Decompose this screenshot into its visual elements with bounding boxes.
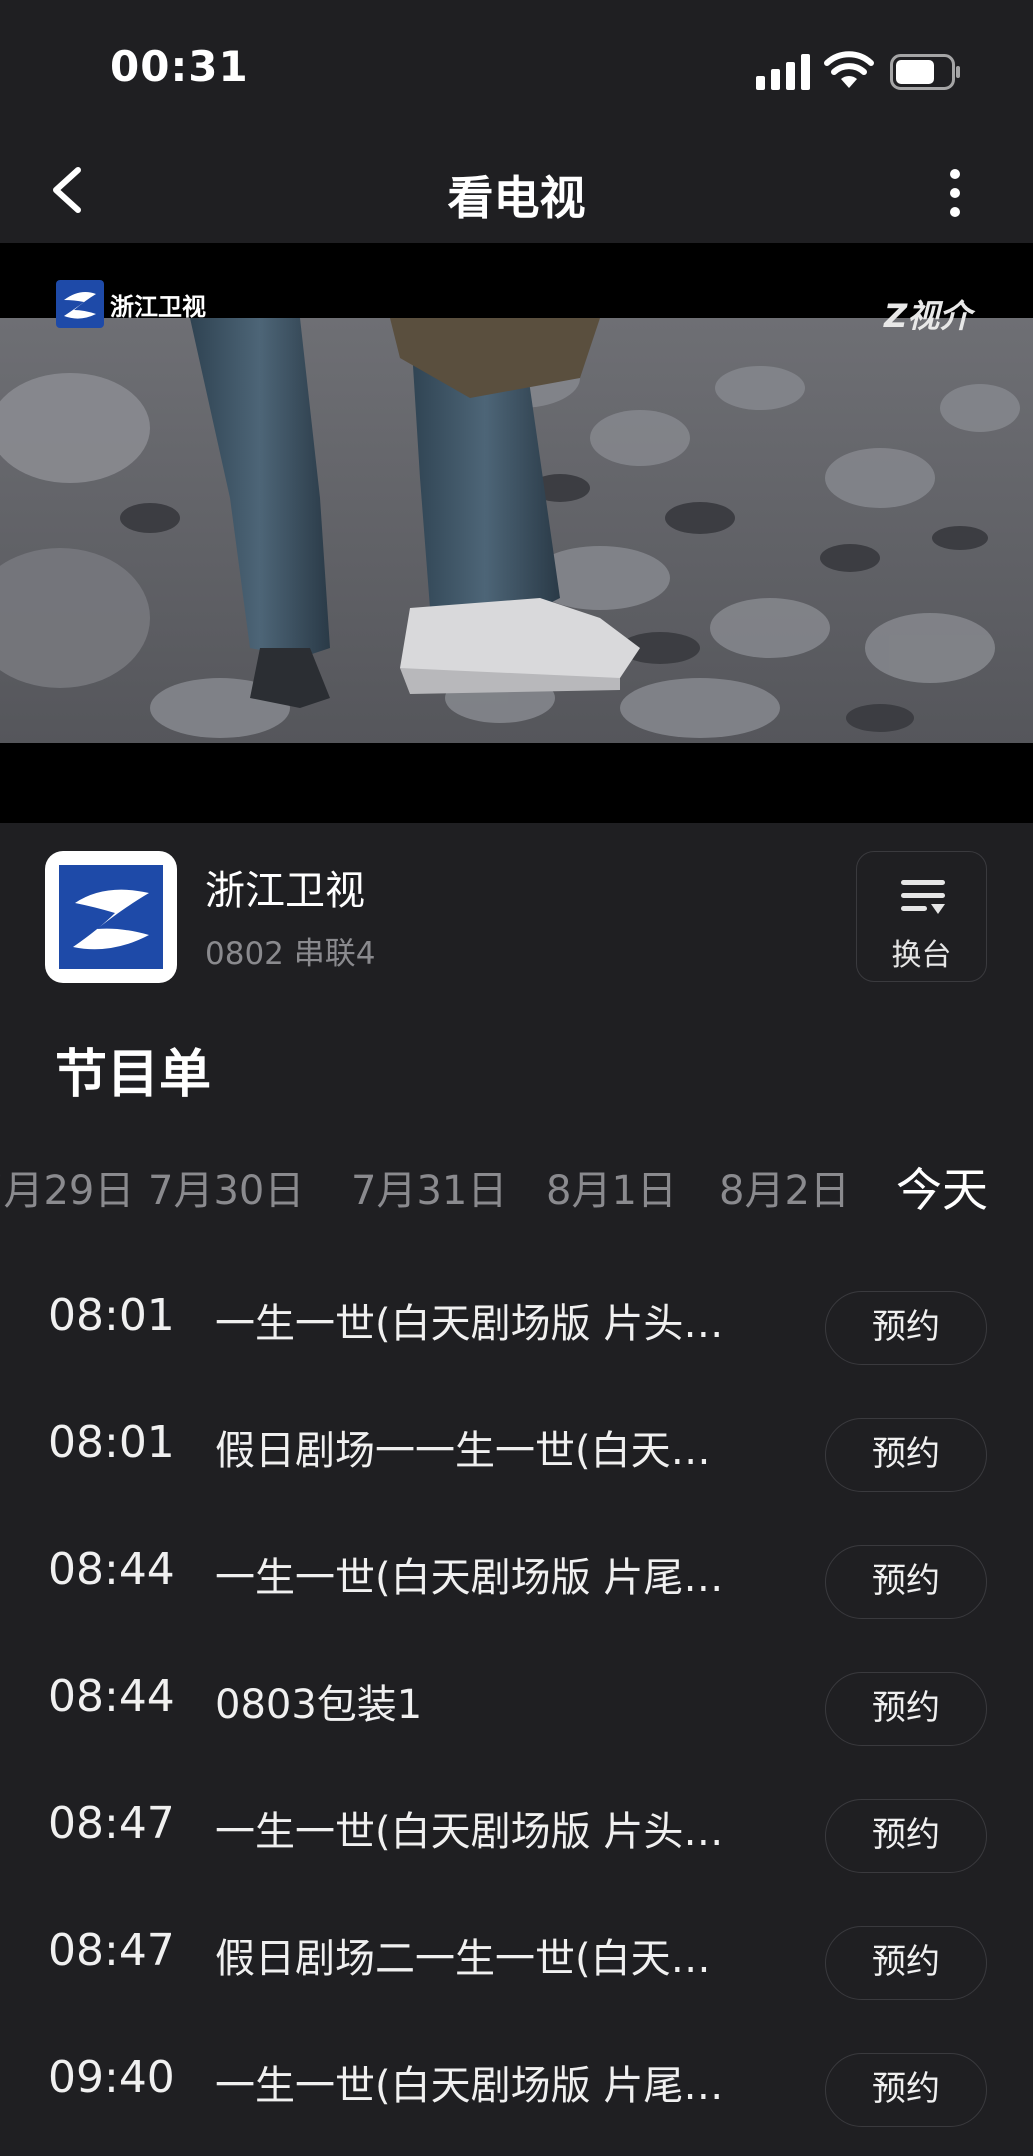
program-title[interactable]: 假日剧场一一生一世(白天… — [215, 1418, 711, 1476]
program-title[interactable]: 一生一世(白天剧场版 片头… — [215, 1291, 723, 1349]
program-title[interactable]: 0803包装1 — [215, 1672, 422, 1730]
schedule-title: 节目单 — [55, 1045, 212, 1105]
reserve-button[interactable]: 预约 — [825, 1926, 987, 2000]
channel-watermark: 浙江卫视 — [56, 280, 206, 328]
date-tab[interactable]: 8月2日 — [719, 1158, 850, 1216]
status-time: 00:31 — [110, 42, 249, 91]
channel-watermark-text: 浙江卫视 — [110, 292, 206, 321]
cellular-signal-icon — [756, 54, 810, 90]
program-title[interactable]: 一生一世(白天剧场版 片尾… — [215, 1545, 723, 1603]
wifi-icon — [824, 51, 874, 88]
program-row: 08:01 一生一世(白天剧场版 片头… 预约 — [0, 1264, 1033, 1391]
program-row: 08:44 0803包装1 预约 — [0, 1645, 1033, 1772]
program-row: 08:44 一生一世(白天剧场版 片尾… 预约 — [0, 1518, 1033, 1645]
program-time: 09:40 — [48, 2052, 175, 2103]
reserve-button[interactable]: 预约 — [825, 1291, 987, 1365]
video-player[interactable]: 浙江卫视 Z视介 — [0, 243, 1033, 823]
program-time: 08:01 — [48, 1290, 175, 1341]
channel-list-icon — [901, 880, 945, 914]
switch-channel-button[interactable]: 换台 — [856, 851, 987, 982]
date-tabs: 7月29日 7月30日 7月31日 8月1日 8月2日 今天 — [0, 1150, 1033, 1220]
zhejiang-tv-logo — [56, 280, 104, 328]
page-title: 看电视 — [447, 171, 586, 225]
program-row: 09:40 一生一世(白天剧场版 片尾… 预约 — [0, 2026, 1033, 2153]
program-title[interactable]: 一生一世(白天剧场版 片尾… — [215, 2053, 723, 2111]
program-time: 08:47 — [48, 1798, 175, 1849]
current-program: 0802 串联4 — [205, 936, 376, 972]
reserve-button[interactable]: 预约 — [825, 1672, 987, 1746]
program-title[interactable]: 一生一世(白天剧场版 片头… — [215, 1799, 723, 1857]
switch-channel-label: 换台 — [891, 938, 952, 973]
status-bar: 00:31 — [0, 0, 1033, 140]
program-time: 08:44 — [48, 1544, 175, 1595]
zhejiang-tv-logo-large — [59, 865, 163, 969]
program-row: 08:01 假日剧场一一生一世(白天… 预约 — [0, 1391, 1033, 1518]
program-time: 08:44 — [48, 1671, 175, 1722]
program-row: 08:47 一生一世(白天剧场版 片头… 预约 — [0, 1772, 1033, 1899]
reserve-button[interactable]: 预约 — [825, 1545, 987, 1619]
date-tab-today[interactable]: 今天 — [896, 1154, 988, 1220]
program-time: 08:47 — [48, 1925, 175, 1976]
date-tab[interactable]: 7月29日 — [0, 1158, 134, 1216]
video-frame — [0, 318, 1033, 743]
reserve-button[interactable]: 预约 — [825, 2053, 987, 2127]
date-tab[interactable]: 7月30日 — [148, 1158, 304, 1216]
channel-logo — [45, 851, 177, 983]
program-row: 08:47 假日剧场二一生一世(白天… 预约 — [0, 1899, 1033, 2026]
program-title[interactable]: 假日剧场二一生一世(白天… — [215, 1926, 711, 1984]
reserve-button[interactable]: 预约 — [825, 1799, 987, 1873]
program-time: 08:01 — [48, 1417, 175, 1468]
reserve-button[interactable]: 预约 — [825, 1418, 987, 1492]
nav-bar: 看电视 — [0, 140, 1033, 240]
more-options-icon[interactable] — [935, 150, 975, 230]
app-watermark: Z视介 — [884, 297, 972, 335]
channel-name: 浙江卫视 — [205, 868, 365, 914]
date-tab[interactable]: 7月31日 — [351, 1158, 507, 1216]
battery-icon — [890, 54, 960, 90]
date-tab[interactable]: 8月1日 — [546, 1158, 677, 1216]
